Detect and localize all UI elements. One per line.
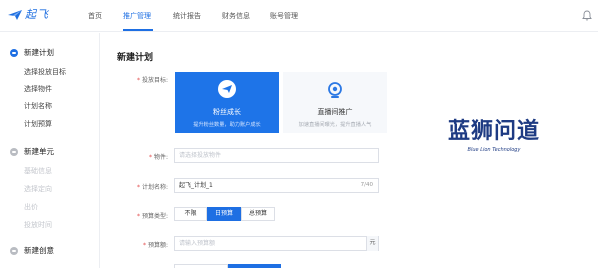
sidebar-item-schedule[interactable]: 投放时间 <box>24 220 52 230</box>
collapse-icon <box>10 246 18 255</box>
goal-description: 加速直播间曝光，提升直播人气 <box>298 122 372 128</box>
nav-item-home[interactable]: 首页 <box>88 11 102 21</box>
panel-title: 新建计划 <box>117 53 154 63</box>
sidebar-group-title: 新建创意 <box>24 246 54 255</box>
sidebar-item-bid[interactable]: 出价 <box>24 202 38 212</box>
plan-name-value: 起飞_计划_1 <box>179 182 213 189</box>
logo-text: 起飞 <box>25 8 49 21</box>
budget-label: * 预算额: <box>142 242 168 249</box>
nav-item-account[interactable]: 账号管理 <box>270 11 298 21</box>
budget-input[interactable]: 请输入预算额 元 <box>174 236 379 251</box>
sidebar-group-title: 新建单元 <box>24 147 54 156</box>
budget-type-daily[interactable]: 日预算 <box>207 207 241 221</box>
budget-type-unlimited[interactable]: 不限 <box>174 207 207 221</box>
collapse-icon <box>10 147 18 156</box>
sidebar-item-basic-info[interactable]: 基础信息 <box>24 166 52 176</box>
logo[interactable]: 起飞 <box>8 9 49 21</box>
goal-label: * 投放目标: <box>136 77 168 84</box>
live-camera-icon <box>328 82 342 98</box>
budget-type-total[interactable]: 总预算 <box>241 207 275 221</box>
goal-name: 粉丝成长 <box>213 108 241 116</box>
paper-plane-logo-icon <box>8 10 22 20</box>
next-option-segment-selected[interactable] <box>228 264 281 268</box>
item-placeholder: 请选择投放物件 <box>179 152 222 159</box>
budget-placeholder: 请输入预算额 <box>179 240 216 247</box>
brand-watermark: 蓝狮问道 Blue Lion Technology <box>438 119 550 153</box>
brand-subtitle: Blue Lion Technology <box>467 147 521 153</box>
sidebar-group-new-unit[interactable]: 新建单元 <box>10 146 54 157</box>
collapse-icon <box>10 48 18 57</box>
brand-name: 蓝狮问道 <box>447 119 540 144</box>
nav-item-promotion[interactable]: 推广管理 <box>123 11 151 21</box>
sidebar-item-plan-name[interactable]: 计划名称 <box>24 101 52 111</box>
sidebar-item-targeting[interactable]: 选择定向 <box>24 184 52 194</box>
item-select[interactable]: 请选择投放物件 <box>174 148 379 163</box>
nav-item-finance[interactable]: 财务信息 <box>222 11 250 21</box>
goal-description: 提升粉丝数量，助力账户成长 <box>193 122 261 128</box>
goal-name: 直播间推广 <box>317 108 353 116</box>
sidebar-item-object[interactable]: 选择物件 <box>24 84 52 94</box>
bell-icon[interactable] <box>582 10 592 21</box>
currency-unit: 元 <box>366 236 378 251</box>
item-label: * 物件: <box>148 154 168 161</box>
paper-plane-icon <box>218 80 236 98</box>
sidebar: 新建计划 选择投放目标 选择物件 计划名称 计划预算 新建单元 基础信息 选择定… <box>0 33 100 268</box>
nav-item-stats[interactable]: 统计报告 <box>173 11 201 21</box>
plan-name-label: * 计划名称: <box>136 184 168 191</box>
goal-card-live-promotion[interactable]: 直播间推广 加速直播间曝光，提升直播人气 <box>283 72 387 133</box>
plan-name-input[interactable]: 起飞_计划_1 7/40 <box>174 178 379 193</box>
top-bar: 起飞 首页 推广管理 统计报告 财务信息 账号管理 <box>0 0 598 32</box>
sidebar-group-title: 新建计划 <box>24 48 54 57</box>
sidebar-group-new-plan[interactable]: 新建计划 <box>10 47 54 58</box>
sidebar-item-goal[interactable]: 选择投放目标 <box>24 67 66 77</box>
next-option-segment[interactable] <box>174 264 228 268</box>
goal-card-fans-growth[interactable]: 粉丝成长 提升粉丝数量，助力账户成长 <box>175 72 279 133</box>
sidebar-item-plan-budget[interactable]: 计划预算 <box>24 119 52 129</box>
sidebar-group-new-creative[interactable]: 新建创意 <box>10 245 54 256</box>
budget-type-label: * 预算类型: <box>136 213 168 220</box>
nav-active-underline <box>123 29 153 31</box>
char-counter: 7/40 <box>360 182 373 188</box>
